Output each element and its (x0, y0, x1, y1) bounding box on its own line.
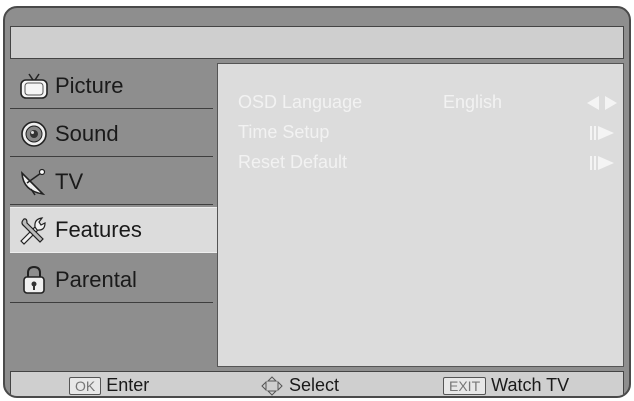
hint-exit: EXIT Watch TV (443, 375, 569, 396)
hint-select-label: Select (289, 375, 340, 395)
menu-item-label: Parental (55, 267, 137, 292)
main-menu: Picture Sound TV Features Parental (10, 63, 218, 364)
left-right-arrows-icon[interactable] (586, 94, 618, 117)
menu-item-picture[interactable]: Picture (10, 63, 213, 109)
menu-item-label: Sound (55, 121, 119, 146)
lock-icon (18, 264, 50, 296)
footer-hints: OK Enter Select EXIT Watch TV (10, 371, 624, 396)
hint-enter-label: Enter (106, 375, 150, 395)
navigation-arrows-icon (261, 375, 283, 396)
ok-key: OK (69, 376, 102, 395)
menu-item-features[interactable]: Features (10, 207, 218, 253)
menu-item-tv[interactable]: TV (10, 159, 213, 205)
speaker-icon (18, 118, 50, 150)
setting-label: OSD Language (238, 92, 363, 112)
enter-arrow-icon[interactable] (586, 124, 618, 147)
satellite-dish-icon (18, 166, 50, 198)
menu-item-sound[interactable]: Sound (10, 111, 213, 157)
osd-menu-frame: Picture Sound TV Features Parental OSD L… (3, 6, 631, 398)
setting-label: Reset Default (238, 152, 348, 172)
setting-value: English (443, 92, 503, 112)
setting-row-reset-default[interactable]: Reset Default (238, 152, 618, 176)
exit-key: EXIT (443, 376, 487, 395)
hint-enter: OK Enter (69, 375, 149, 396)
tv-icon (18, 70, 50, 102)
setting-label: Time Setup (238, 122, 330, 142)
setting-row-osd-language[interactable]: OSD Language English (238, 92, 618, 116)
hint-select: Select (261, 375, 339, 396)
enter-arrow-icon[interactable] (586, 154, 618, 177)
settings-panel: OSD Language English Time Setup Reset De… (217, 63, 624, 367)
menu-item-label: TV (55, 169, 84, 194)
menu-item-label: Picture (55, 73, 124, 98)
menu-item-label: Features (55, 217, 142, 242)
setting-row-time-setup[interactable]: Time Setup (238, 122, 618, 146)
wrench-icon (18, 214, 50, 246)
hint-exit-label: Watch TV (491, 375, 570, 395)
menu-item-parental[interactable]: Parental (10, 257, 213, 303)
title-bar (10, 26, 624, 59)
